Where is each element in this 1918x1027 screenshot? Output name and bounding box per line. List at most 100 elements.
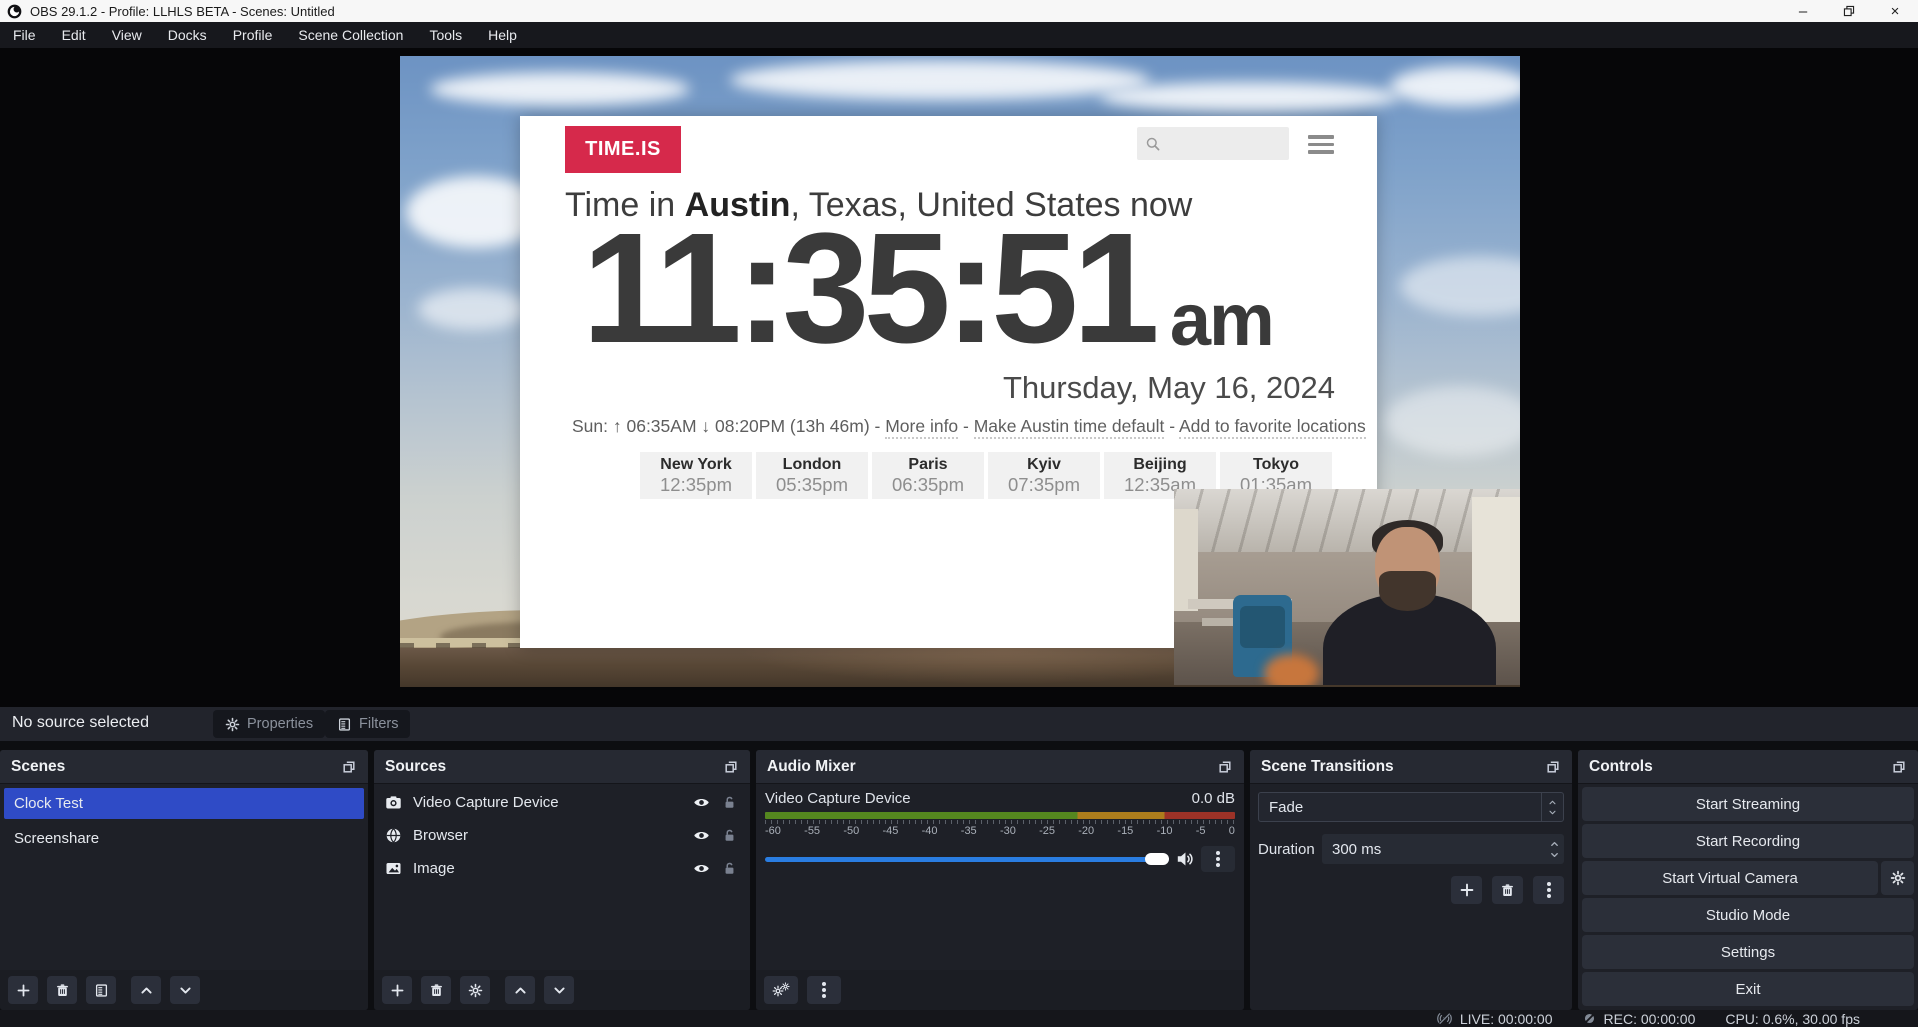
source-item-browser[interactable]: Browser xyxy=(374,820,750,850)
popout-icon[interactable] xyxy=(1217,759,1233,775)
meter-scale: -60-55-50-45-40-35-30-25-20-15-10-50 xyxy=(765,825,1235,837)
menu-item[interactable]: File xyxy=(0,22,49,48)
cloud xyxy=(430,72,690,106)
properties-button[interactable]: Properties xyxy=(213,710,325,738)
start-recording-button[interactable]: Start Recording xyxy=(1582,824,1914,858)
audio-mixer-dock: Audio Mixer Video Capture Device 0.0 dB … xyxy=(756,750,1244,1010)
start-streaming-button[interactable]: Start Streaming xyxy=(1582,787,1914,821)
scene-item-clock-test[interactable]: Clock Test xyxy=(4,788,364,819)
speaker-icon[interactable] xyxy=(1176,850,1194,868)
transition-menu-button[interactable] xyxy=(1533,876,1564,904)
source-properties-button[interactable] xyxy=(460,976,490,1004)
menu-item[interactable]: Scene Collection xyxy=(285,22,416,48)
webcam-source[interactable] xyxy=(1174,489,1520,685)
transitions-dock-header[interactable]: Scene Transitions xyxy=(1250,750,1572,784)
unlock-icon[interactable] xyxy=(722,861,737,876)
add-scene-button[interactable] xyxy=(8,976,38,1004)
city-name: London xyxy=(783,456,842,474)
meter-tick-label: -15 xyxy=(1117,825,1133,837)
gear-icon xyxy=(225,717,240,732)
city-card: Paris 06:35pm xyxy=(872,452,984,499)
popout-icon[interactable] xyxy=(341,759,357,775)
window-controls: – × xyxy=(1780,0,1918,22)
controls-dock-header[interactable]: Controls xyxy=(1578,750,1918,784)
plus-icon xyxy=(390,983,405,998)
meter-tick-label: -20 xyxy=(1078,825,1094,837)
kebab-icon xyxy=(822,988,826,992)
eye-icon[interactable] xyxy=(693,860,710,877)
duration-spinbox[interactable]: 300 ms xyxy=(1322,834,1564,864)
menu-item[interactable]: View xyxy=(99,22,155,48)
advanced-audio-button[interactable] xyxy=(764,976,798,1004)
source-item-video-capture[interactable]: Video Capture Device xyxy=(374,787,750,817)
meter-tick-label: 0 xyxy=(1229,825,1235,837)
spin-arrows[interactable] xyxy=(1549,834,1560,864)
scene-item-screenshare[interactable]: Screenshare xyxy=(4,823,364,854)
trash-icon xyxy=(1500,883,1515,898)
unlock-icon[interactable] xyxy=(722,828,737,843)
menu-item[interactable]: Docks xyxy=(155,22,220,48)
search-icon xyxy=(1145,136,1161,152)
restore-button[interactable] xyxy=(1826,0,1872,22)
move-source-down-button[interactable] xyxy=(544,976,574,1004)
preview-area[interactable]: TIME.IS Time in Austin, Texas, United St… xyxy=(0,48,1918,707)
status-bar: LIVE: 00:00:00 REC: 00:00:00 CPU: 0.6%, … xyxy=(0,1010,1918,1027)
eye-icon[interactable] xyxy=(693,827,710,844)
chevron-down-icon xyxy=(1548,808,1557,817)
transition-select[interactable]: Fade xyxy=(1258,792,1564,822)
remove-transition-button[interactable] xyxy=(1492,876,1523,904)
cloud xyxy=(1385,386,1520,456)
city-name: New York xyxy=(660,456,731,474)
scene-filters-button[interactable] xyxy=(86,976,116,1004)
sources-dock-header[interactable]: Sources xyxy=(374,750,750,784)
move-source-up-button[interactable] xyxy=(505,976,535,1004)
meter-tick-label: -50 xyxy=(843,825,859,837)
meter-tick-label: -45 xyxy=(882,825,898,837)
menu-item[interactable]: Help xyxy=(475,22,530,48)
menu-item[interactable]: Edit xyxy=(49,22,99,48)
trash-icon xyxy=(429,983,444,998)
remove-source-button[interactable] xyxy=(421,976,451,1004)
gear-icon xyxy=(1890,870,1906,886)
audio-mixer-header[interactable]: Audio Mixer xyxy=(756,750,1244,784)
move-scene-up-button[interactable] xyxy=(131,976,161,1004)
popout-icon[interactable] xyxy=(1891,759,1907,775)
filters-button[interactable]: Filters xyxy=(325,710,410,738)
mixer-options-button[interactable] xyxy=(1201,846,1235,872)
eye-icon[interactable] xyxy=(693,794,710,811)
meter-tick-label: -55 xyxy=(804,825,820,837)
menu-item[interactable]: Tools xyxy=(416,22,475,48)
timeis-logo: TIME.IS xyxy=(565,126,681,173)
minimize-button[interactable]: – xyxy=(1780,0,1826,22)
move-scene-down-button[interactable] xyxy=(170,976,200,1004)
mixer-toolbar xyxy=(756,970,1244,1010)
sources-toolbar xyxy=(374,970,750,1010)
webcam-person xyxy=(1319,520,1499,685)
meter-tick-marks xyxy=(765,820,1235,824)
settings-button[interactable]: Settings xyxy=(1582,935,1914,969)
combo-arrows[interactable] xyxy=(1541,793,1563,821)
close-button[interactable]: × xyxy=(1872,0,1918,22)
cloud xyxy=(1390,66,1520,106)
exit-button[interactable]: Exit xyxy=(1582,972,1914,1006)
volume-slider-handle[interactable] xyxy=(1145,853,1169,865)
popout-icon[interactable] xyxy=(1545,759,1561,775)
mixer-menu-button[interactable] xyxy=(807,976,841,1004)
scenes-dock-header[interactable]: Scenes xyxy=(0,750,368,784)
source-item-image[interactable]: Image xyxy=(374,853,750,883)
add-source-button[interactable] xyxy=(382,976,412,1004)
studio-mode-button[interactable]: Studio Mode xyxy=(1582,898,1914,932)
scenes-dock: Scenes Clock Test Screenshare xyxy=(0,750,368,1010)
add-transition-button[interactable] xyxy=(1451,876,1482,904)
virtual-camera-settings-button[interactable] xyxy=(1881,861,1914,895)
popout-icon[interactable] xyxy=(723,759,739,775)
hamburger-menu-icon xyxy=(1308,135,1334,158)
start-virtual-camera-button[interactable]: Start Virtual Camera xyxy=(1582,861,1878,895)
city-name: Beijing xyxy=(1133,456,1186,474)
remove-scene-button[interactable] xyxy=(47,976,77,1004)
menu-item[interactable]: Profile xyxy=(220,22,286,48)
unlock-icon[interactable] xyxy=(722,795,737,810)
scenes-toolbar xyxy=(0,970,368,1010)
program-canvas[interactable]: TIME.IS Time in Austin, Texas, United St… xyxy=(400,56,1520,687)
volume-slider[interactable] xyxy=(765,857,1169,862)
